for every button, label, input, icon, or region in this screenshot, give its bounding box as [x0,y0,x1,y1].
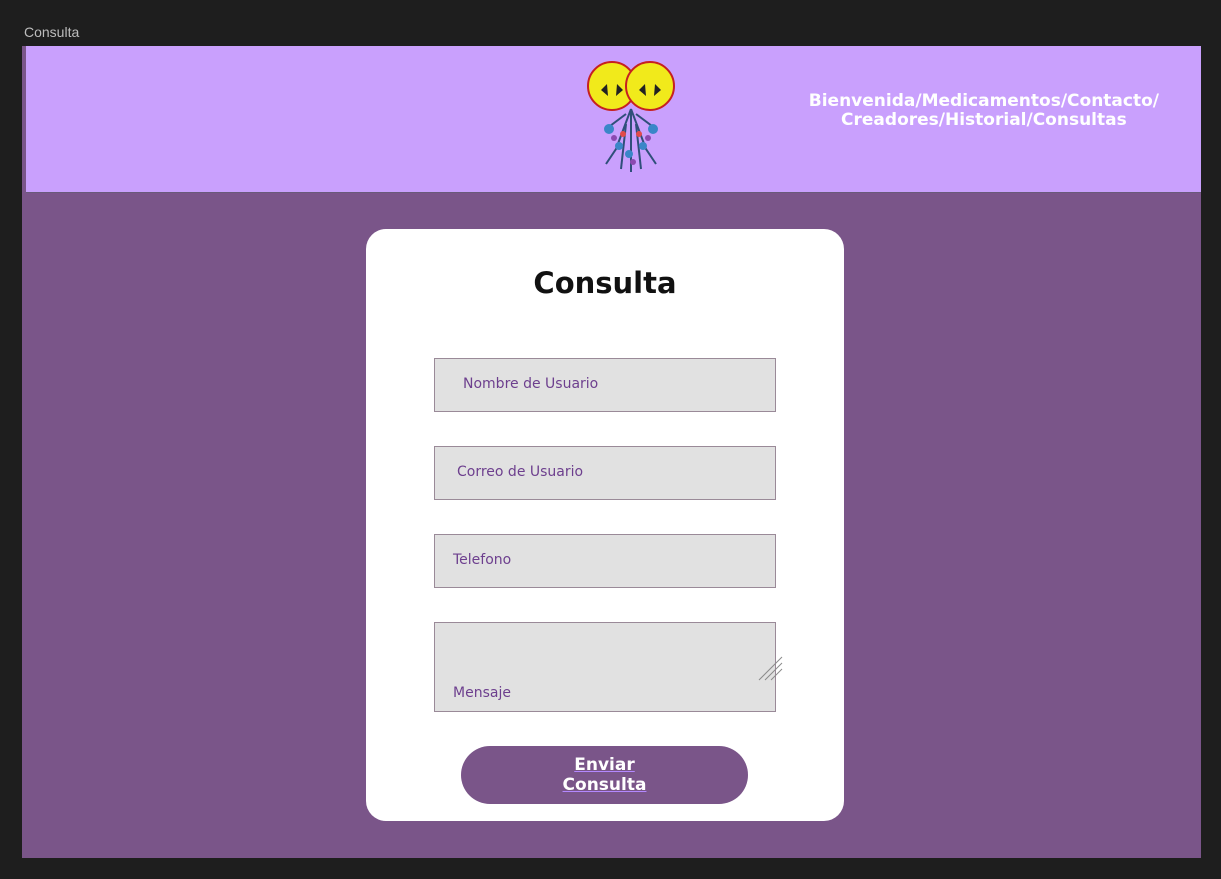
email-label: Correo de Usuario [457,464,584,480]
form-title: Consulta [533,266,677,300]
nav-line-1[interactable]: Bienvenida/Medicamentos/Contacto/ [809,92,1159,111]
phone-label: Telefono [453,552,512,568]
frame-label: Consulta [24,24,80,40]
nav-line-2[interactable]: Creadores/Historial/Consultas [809,111,1159,130]
username-field[interactable]: Nombre de Usuario [434,358,776,412]
consulta-card: Consulta Nombre de Usuario Correo de Usu… [366,229,844,821]
nav-links[interactable]: Bienvenida/Medicamentos/Contacto/ Creado… [809,92,1159,130]
message-label: Mensaje [453,685,511,701]
email-field[interactable]: Correo de Usuario [434,446,776,500]
resize-handle-icon[interactable] [755,653,783,681]
submit-button[interactable]: Enviar Consulta [461,746,748,804]
username-label: Nombre de Usuario [463,376,599,392]
submit-label: Enviar Consulta [562,755,647,795]
phone-field[interactable]: Telefono [434,534,776,588]
header: Bienvenida/Medicamentos/Contacto/ Creado… [26,46,1201,193]
page-frame: Bienvenida/Medicamentos/Contacto/ Creado… [22,46,1201,858]
message-textarea[interactable]: Mensaje [434,622,783,712]
yellow-creature-logo-icon [587,61,675,172]
